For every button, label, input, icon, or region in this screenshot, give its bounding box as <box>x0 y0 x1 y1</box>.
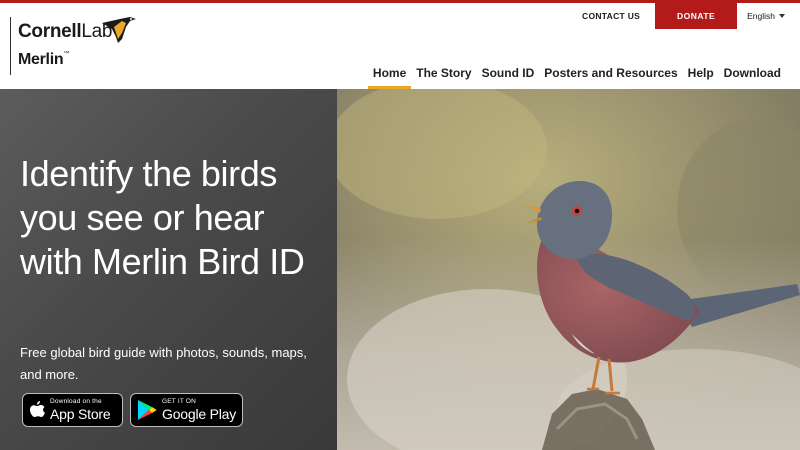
cornell-bird-logo-icon <box>102 17 136 43</box>
google-play-icon <box>138 400 157 420</box>
site-header: CornellLab Merlin™ CONTACT US DONATE Eng… <box>0 3 800 89</box>
utility-bar: CONTACT US DONATE English <box>567 3 800 29</box>
nav-item-posters-and-resources[interactable]: Posters and Resources <box>539 63 682 89</box>
cornell-lab-merlin-logo[interactable]: CornellLab Merlin™ <box>10 17 140 77</box>
nav-item-download[interactable]: Download <box>719 63 786 89</box>
app-store-label: App Store <box>50 406 111 423</box>
google-play-small-label: GET IT ON <box>162 397 197 405</box>
main-nav: Home The Story Sound ID Posters and Reso… <box>367 63 786 89</box>
language-selector[interactable]: English <box>737 3 800 29</box>
merlin-wordmark: Merlin™ <box>18 51 70 68</box>
hero-bird-photo <box>337 89 800 450</box>
nav-item-the-story[interactable]: The Story <box>411 63 476 89</box>
hero-section: Identify the birds you see or hear with … <box>0 89 800 450</box>
apple-icon <box>29 400 45 417</box>
hero-text-panel: Identify the birds you see or hear with … <box>0 89 337 450</box>
nav-item-sound-id[interactable]: Sound ID <box>477 63 540 89</box>
language-label: English <box>747 11 775 21</box>
hero-subtitle: Free global bird guide with photos, soun… <box>20 345 307 382</box>
google-play-label: Google Play <box>162 406 237 423</box>
app-store-small-label: Download on the <box>50 397 102 405</box>
donate-button[interactable]: DONATE <box>655 3 738 29</box>
logo-divider <box>10 17 11 75</box>
contact-us-link[interactable]: CONTACT US <box>567 3 655 29</box>
cornell-lab-wordmark: CornellLab <box>18 21 113 42</box>
hero-headline: Identify the birds you see or hear with … <box>20 153 305 282</box>
google-play-button[interactable]: GET IT ON Google Play <box>130 393 243 427</box>
dartford-warbler-image <box>337 89 800 450</box>
app-store-button[interactable]: Download on the App Store <box>22 393 123 427</box>
chevron-down-icon <box>779 14 785 18</box>
nav-item-home[interactable]: Home <box>367 63 412 89</box>
nav-item-help[interactable]: Help <box>683 63 719 89</box>
